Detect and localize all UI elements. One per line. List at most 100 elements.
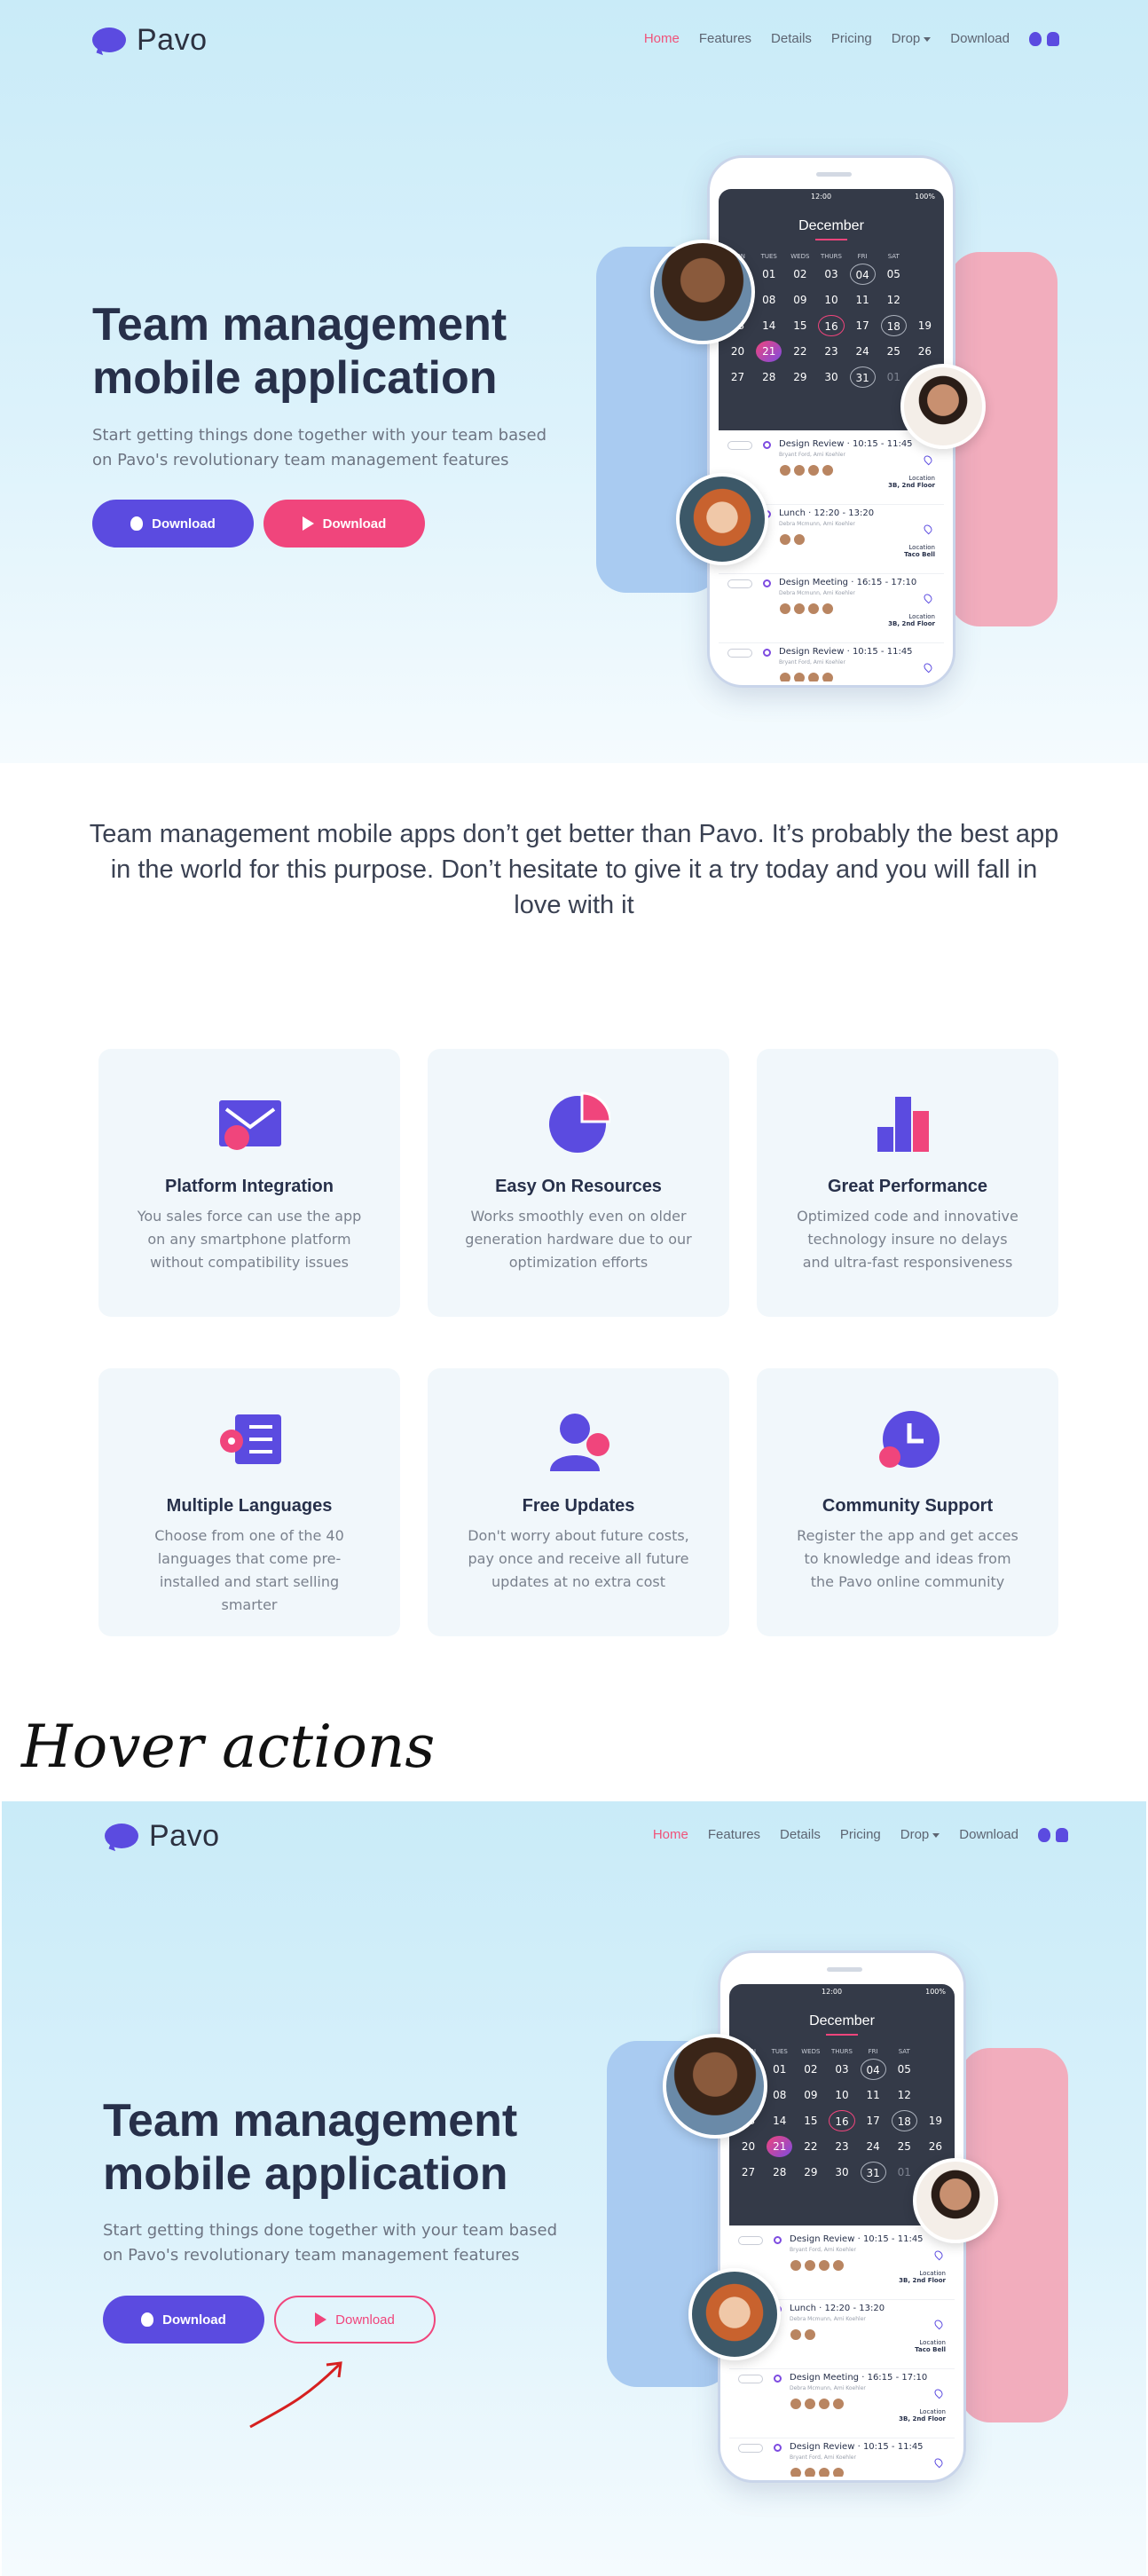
calendar-day[interactable]: 19: [912, 315, 938, 336]
nav-home[interactable]: Home: [644, 31, 680, 46]
nav-drop[interactable]: Drop: [900, 1827, 940, 1842]
main-nav: Home Features Details Pricing Drop Downl…: [653, 1827, 1068, 1842]
calendar-day[interactable]: 14: [767, 2110, 792, 2131]
ios-download-button[interactable]: Download: [103, 2296, 264, 2344]
weekday-row: MON TUES WEDS THURS FRI SAT: [733, 2048, 951, 2055]
calendar-day[interactable]: 10: [818, 289, 844, 311]
calendar-day[interactable]: 14: [756, 315, 782, 336]
calendar-day[interactable]: 25: [892, 2136, 917, 2157]
calendar-day[interactable]: 25: [881, 341, 907, 362]
android-download-button[interactable]: Download: [263, 500, 425, 547]
calendar-day[interactable]: 27: [735, 2162, 761, 2183]
apple-icon[interactable]: [1029, 31, 1042, 46]
event-item[interactable]: Design Meeting · 16:15 - 17:10 Debra Mcm…: [729, 2369, 955, 2438]
nav-download[interactable]: Download: [950, 31, 1010, 46]
calendar-day[interactable]: 17: [861, 2110, 886, 2131]
nav-features[interactable]: Features: [708, 1827, 760, 1842]
calendar-day[interactable]: 03: [829, 2059, 854, 2080]
calendar-day[interactable]: 05: [892, 2059, 917, 2080]
calendar-day[interactable]: 05: [881, 264, 907, 285]
nav-details[interactable]: Details: [771, 31, 812, 46]
calendar-day[interactable]: 01: [892, 2162, 917, 2183]
calendar-day[interactable]: 09: [798, 2084, 823, 2106]
calendar-day[interactable]: 20: [735, 2136, 761, 2157]
android-icon[interactable]: [1056, 1827, 1068, 1842]
calendar-day[interactable]: 26: [923, 2136, 948, 2157]
calendar-day[interactable]: 08: [767, 2084, 792, 2106]
calendar-day[interactable]: 04: [849, 264, 876, 285]
calendar-day[interactable]: 02: [798, 2059, 823, 2080]
calendar-day-selected[interactable]: 21: [767, 2136, 793, 2157]
brand-logo[interactable]: Pavo: [92, 23, 208, 58]
calendar-day[interactable]: 24: [861, 2136, 886, 2157]
calendar-day[interactable]: 09: [787, 289, 813, 311]
calendar-day[interactable]: 01: [881, 366, 907, 388]
calendar-day[interactable]: 23: [829, 2136, 854, 2157]
calendar-day[interactable]: 18: [880, 315, 907, 336]
event-avatars: [790, 2328, 816, 2341]
calendar-day[interactable]: 11: [861, 2084, 886, 2106]
calendar-day[interactable]: 16: [829, 2110, 855, 2131]
avatar-woman: [663, 2034, 767, 2139]
calendar-day[interactable]: 27: [725, 366, 751, 388]
calendar-day[interactable]: 26: [912, 341, 938, 362]
event-time: 10:15 - 11:45: [862, 2234, 924, 2244]
event-title: Design Meeting: [790, 2373, 860, 2383]
weekday: FRI: [868, 2048, 878, 2055]
event-item[interactable]: Design Review · 10:15 - 11:45 Bryant For…: [729, 2438, 955, 2477]
calendar-day[interactable]: 16: [818, 315, 845, 336]
calendar-day[interactable]: 24: [850, 341, 876, 362]
calendar-day[interactable]: 12: [881, 289, 907, 311]
nav-download[interactable]: Download: [959, 1827, 1018, 1842]
calendar-day[interactable]: 11: [850, 289, 876, 311]
calendar-day[interactable]: 03: [818, 264, 844, 285]
nav-details[interactable]: Details: [780, 1827, 821, 1842]
calendar-day[interactable]: 31: [860, 2162, 886, 2183]
calendar-day[interactable]: 20: [725, 341, 751, 362]
apple-icon[interactable]: [1038, 1827, 1050, 1842]
feature-card-platform-integration: Platform Integration You sales force can…: [98, 1049, 400, 1317]
nav-drop[interactable]: Drop: [892, 31, 932, 46]
user-icon: [550, 1414, 609, 1471]
nav-home[interactable]: Home: [653, 1827, 688, 1842]
ios-download-button[interactable]: Download: [92, 500, 254, 547]
calendar-day[interactable]: 02: [787, 264, 813, 285]
calendar-day[interactable]: 12: [892, 2084, 917, 2106]
event-item[interactable]: Design Review · 10:15 - 11:45 Bryant For…: [719, 643, 944, 681]
nav-pricing[interactable]: Pricing: [840, 1827, 881, 1842]
calendar-day[interactable]: 28: [767, 2162, 792, 2183]
calendar-day[interactable]: 22: [798, 2136, 823, 2157]
calendar-day[interactable]: 19: [923, 2110, 948, 2131]
calendar-month: December: [798, 218, 864, 233]
android-icon[interactable]: [1047, 31, 1059, 46]
feature-desc: Works smoothly even on older generation …: [465, 1208, 692, 1271]
calendar-day[interactable]: 30: [829, 2162, 854, 2183]
brand-logo[interactable]: Pavo: [105, 1819, 220, 1854]
nav-features[interactable]: Features: [699, 31, 751, 46]
calendar-day-selected[interactable]: 21: [756, 341, 782, 362]
nav-pricing[interactable]: Pricing: [831, 31, 872, 46]
calendar-day[interactable]: 18: [891, 2110, 917, 2131]
event-time: 10:15 - 11:45: [852, 439, 913, 449]
calendar-day[interactable]: 17: [850, 315, 876, 336]
calendar-day[interactable]: 23: [818, 341, 844, 362]
calendar-day[interactable]: 04: [860, 2059, 886, 2080]
calendar-day[interactable]: 08: [756, 289, 782, 311]
calendar-day[interactable]: 15: [787, 315, 813, 336]
calendar-day[interactable]: 01: [767, 2059, 792, 2080]
calendar-day[interactable]: 28: [756, 366, 782, 388]
calendar-day[interactable]: 01: [756, 264, 782, 285]
ios-download-label: Download: [162, 2312, 226, 2328]
calendar-day[interactable]: 10: [829, 2084, 854, 2106]
calendar-day[interactable]: 30: [818, 366, 844, 388]
event-item[interactable]: Design Meeting · 16:15 - 17:10 Debra Mcm…: [719, 574, 944, 643]
feature-desc: Choose from one of the 40 languages that…: [154, 1527, 344, 1613]
android-download-button-hover[interactable]: Download: [274, 2296, 436, 2344]
calendar-day[interactable]: 29: [787, 366, 813, 388]
weekday: TUES: [760, 253, 777, 260]
location-pin-icon: [922, 523, 934, 535]
calendar-day[interactable]: 29: [798, 2162, 823, 2183]
calendar-day[interactable]: 31: [849, 366, 876, 388]
calendar-day[interactable]: 15: [798, 2110, 823, 2131]
calendar-day[interactable]: 22: [787, 341, 813, 362]
